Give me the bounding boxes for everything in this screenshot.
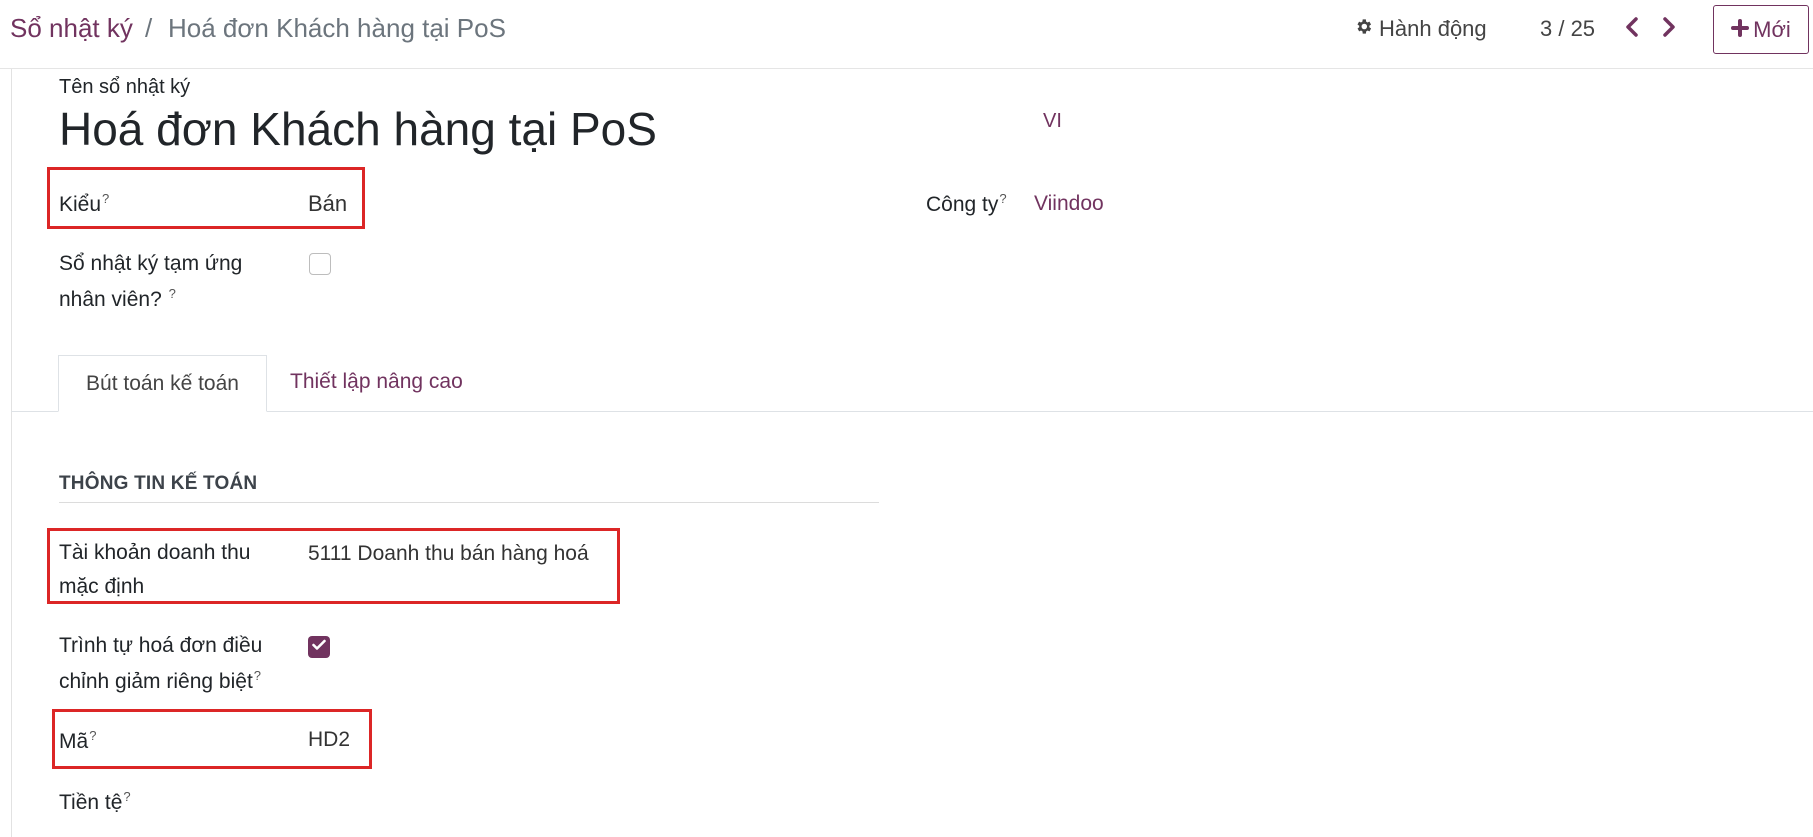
tab-bar-divider	[11, 411, 1813, 412]
journal-name-field[interactable]: Hoá đơn Khách hàng tại PoS	[59, 102, 657, 156]
breadcrumb-current: Hoá đơn Khách hàng tại PoS	[168, 13, 506, 43]
pager-next-button[interactable]	[1657, 14, 1681, 44]
plus-icon	[1731, 17, 1750, 43]
breadcrumb-root[interactable]: Sổ nhật ký	[10, 13, 133, 44]
actions-button[interactable]: Hành động	[1354, 16, 1487, 42]
advance-journal-checkbox[interactable]	[309, 253, 331, 275]
advance-help-icon[interactable]: ?	[169, 286, 176, 301]
pager-value[interactable]: 3 / 25	[1540, 16, 1595, 42]
currency-help-icon[interactable]: ?	[123, 789, 130, 804]
journal-name-label: Tên sổ nhật ký	[59, 76, 191, 98]
language-badge[interactable]: VI	[1043, 110, 1062, 133]
accounting-section-title: THÔNG TIN KẾ TOÁN	[59, 473, 258, 494]
control-panel: Sổ nhật ký / Hoá đơn Khách hàng tại PoS …	[0, 0, 1813, 69]
breadcrumb-separator: /	[145, 13, 153, 43]
advance-journal-label-line2: nhân viên? ?	[59, 286, 176, 311]
code-field[interactable]: HD2	[308, 728, 350, 752]
type-help-icon[interactable]: ?	[102, 191, 109, 206]
actions-label: Hành động	[1379, 16, 1487, 41]
refund-sequence-label-line2: chỉnh giảm riêng biệt?	[59, 668, 262, 693]
section-divider	[59, 502, 879, 503]
type-label: Kiểu?	[59, 191, 110, 216]
chevron-left-icon	[1625, 16, 1639, 42]
pager-previous-button[interactable]	[1620, 14, 1644, 44]
currency-label: Tiền tệ?	[59, 789, 131, 814]
check-icon	[312, 638, 326, 656]
type-field[interactable]: Bán	[308, 191, 347, 217]
company-field[interactable]: Viindoo	[1034, 192, 1104, 216]
refund-sequence-label-line1: Trình tự hoá đơn điều	[59, 634, 263, 657]
income-account-label-line1: Tài khoản doanh thu	[59, 541, 251, 564]
company-help-icon[interactable]: ?	[999, 191, 1006, 206]
income-account-field[interactable]: 5111 Doanh thu bán hàng hoá	[308, 542, 589, 566]
chevron-right-icon	[1662, 16, 1676, 42]
new-button[interactable]: Mới	[1713, 5, 1809, 54]
code-label: Mã?	[59, 728, 97, 753]
refund-sequence-help-icon[interactable]: ?	[254, 668, 261, 683]
company-label: Công ty?	[926, 191, 1007, 216]
tab-journal-entries[interactable]: Bút toán kế toán	[58, 355, 267, 412]
code-help-icon[interactable]: ?	[89, 728, 96, 743]
refund-sequence-checkbox[interactable]	[308, 636, 330, 658]
advance-journal-label-line1: Sổ nhật ký tạm ứng	[59, 252, 243, 275]
income-account-label-line2: mặc định	[59, 575, 145, 598]
tab-advanced-settings[interactable]: Thiết lập nâng cao	[290, 370, 463, 394]
gear-icon	[1354, 16, 1373, 42]
new-label: Mới	[1753, 16, 1791, 42]
